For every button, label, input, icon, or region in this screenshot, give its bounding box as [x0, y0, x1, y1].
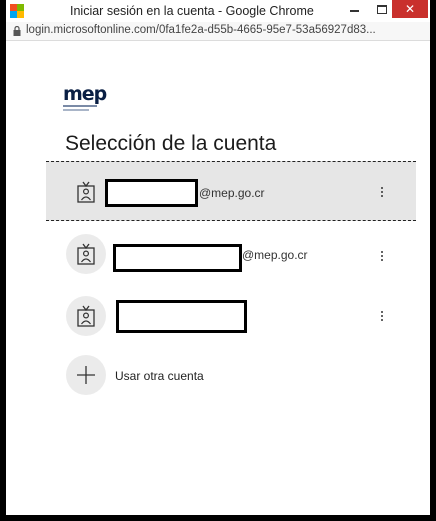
window-title: Iniciar sesión en la cuenta - Google Chr… [70, 4, 314, 18]
close-button[interactable]: ✕ [392, 0, 428, 18]
microsoft-logo-icon [10, 4, 24, 18]
use-another-account-link[interactable]: Usar otra cuenta [115, 369, 204, 383]
account-avatar [66, 234, 106, 274]
maximize-icon [377, 4, 387, 14]
account-name-redacted [105, 179, 198, 207]
add-account-button[interactable] [66, 355, 106, 395]
url-text: login.microsoftonline.com/0fa1fe2a-d55b-… [26, 24, 376, 36]
logo-subline-2 [63, 109, 89, 111]
account-domain: @mep.go.cr [199, 186, 265, 200]
logo-subline [63, 105, 97, 107]
plus-icon [77, 366, 95, 384]
badge-person-icon [77, 181, 95, 203]
more-options-icon[interactable] [374, 306, 390, 326]
account-tile-1[interactable]: @mep.go.cr [46, 161, 416, 221]
mep-logo: mep [63, 83, 107, 112]
badge-person-icon [77, 305, 95, 327]
more-options-icon[interactable] [374, 246, 390, 266]
page-title: Selección de la cuenta [65, 132, 277, 155]
browser-window: Iniciar sesión en la cuenta - Google Chr… [0, 0, 436, 521]
close-icon: ✕ [404, 2, 416, 16]
minimize-button[interactable] [340, 0, 368, 18]
account-avatar [66, 296, 106, 336]
title-bar: Iniciar sesión en la cuenta - Google Chr… [6, 0, 430, 23]
account-tile-2[interactable]: @mep.go.cr [46, 226, 416, 286]
account-name-redacted [113, 244, 242, 272]
address-bar[interactable]: login.microsoftonline.com/0fa1fe2a-d55b-… [6, 22, 430, 41]
badge-person-icon [77, 243, 95, 265]
account-tile-3[interactable] [46, 286, 416, 346]
account-avatar [66, 172, 106, 212]
more-options-icon[interactable] [374, 182, 390, 202]
account-name-redacted [116, 300, 247, 333]
lock-icon [13, 26, 21, 36]
account-domain: @mep.go.cr [242, 248, 308, 262]
mep-logo-text: mep [63, 83, 107, 105]
minimize-icon [349, 10, 359, 12]
